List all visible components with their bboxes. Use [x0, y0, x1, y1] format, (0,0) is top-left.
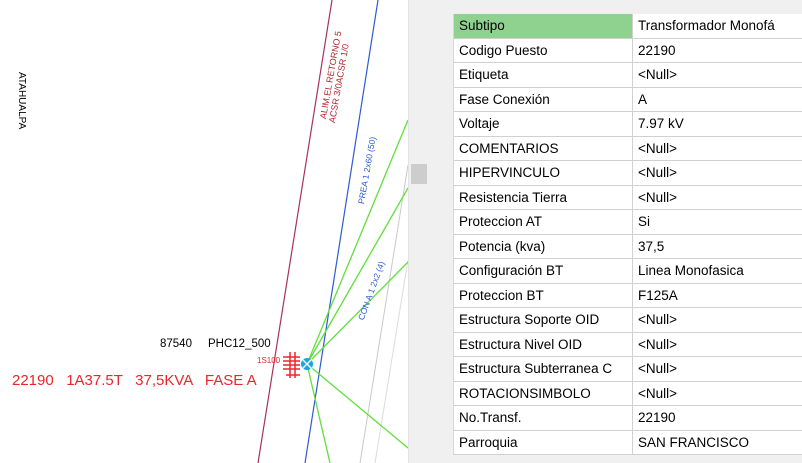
row-header[interactable]	[438, 357, 454, 382]
row-header[interactable]	[438, 381, 454, 406]
attribute-row[interactable]: Estructura Soporte OID <Null>	[438, 308, 802, 333]
row-header[interactable]	[438, 38, 454, 63]
scrollbar-thumb[interactable]	[411, 164, 427, 184]
map-vertical-scrollbar[interactable]	[408, 0, 428, 463]
attribute-value[interactable]: <Null>	[633, 63, 802, 88]
attribute-name: Subtipo	[454, 14, 633, 39]
attribute-value[interactable]: A	[633, 87, 802, 112]
attribute-name: ROTACIONSIMBOLO	[454, 381, 633, 406]
secondary-line-green[interactable]	[306, 363, 408, 449]
street-label: ATAHUALPA	[16, 72, 27, 130]
secondary-line-green[interactable]	[306, 119, 408, 365]
attribute-value[interactable]: <Null>	[633, 161, 802, 186]
row-header[interactable]	[438, 112, 454, 137]
attribute-value[interactable]: 22190	[633, 406, 802, 431]
attribute-row[interactable]: Etiqueta <Null>	[438, 63, 802, 88]
attribute-value[interactable]: Si	[633, 210, 802, 235]
row-header[interactable]	[438, 283, 454, 308]
point-id-label: 87540	[160, 338, 192, 350]
attribute-value[interactable]: 22190	[633, 38, 802, 63]
attribute-row[interactable]: Subtipo Transformador Monofá	[438, 14, 802, 39]
attribute-name: Configuración BT	[454, 259, 633, 284]
attribute-row[interactable]: Codigo Puesto 22190	[438, 38, 802, 63]
attribute-row[interactable]: Fase Conexión A	[438, 87, 802, 112]
transformer-code-label: 1S100	[257, 356, 281, 365]
row-header[interactable]	[438, 406, 454, 431]
transformer-node-icon[interactable]	[301, 358, 313, 370]
attribute-value[interactable]: 7.97 kV	[633, 112, 802, 137]
attribute-row[interactable]: Potencia (kva) 37,5	[438, 234, 802, 259]
row-header[interactable]	[438, 430, 454, 455]
attribute-value[interactable]: <Null>	[633, 381, 802, 406]
row-header[interactable]	[438, 234, 454, 259]
attribute-value[interactable]: 37,5	[633, 234, 802, 259]
attribute-value[interactable]: Linea Monofasica	[633, 259, 802, 284]
map-canvas[interactable]: ATAHUALPA ALIM.EL RETORNO 5 ACSR 3/0ACSR…	[0, 0, 408, 463]
attribute-value[interactable]: SAN FRANCISCO	[633, 430, 802, 455]
attribute-row[interactable]: Voltaje 7.97 kV	[438, 112, 802, 137]
row-header[interactable]	[438, 87, 454, 112]
attribute-value[interactable]: <Null>	[633, 357, 802, 382]
attribute-row[interactable]: Estructura Subterranea C <Null>	[438, 357, 802, 382]
attribute-name: Estructura Nivel OID	[454, 332, 633, 357]
attribute-name: Resistencia Tierra	[454, 185, 633, 210]
row-header[interactable]	[438, 14, 454, 39]
attribute-name: Parroquia	[454, 430, 633, 455]
feeder-line-red[interactable]	[257, 0, 333, 463]
attribute-row[interactable]: Proteccion AT Si	[438, 210, 802, 235]
attribute-name: Proteccion AT	[454, 210, 633, 235]
attribute-name: Etiqueta	[454, 63, 633, 88]
attribute-value[interactable]: <Null>	[633, 332, 802, 357]
attribute-name: Estructura Subterranea C	[454, 357, 633, 382]
attribute-value[interactable]: <Null>	[633, 308, 802, 333]
row-header[interactable]	[438, 259, 454, 284]
attribute-name: Fase Conexión	[454, 87, 633, 112]
row-header[interactable]	[438, 308, 454, 333]
attribute-value[interactable]: <Null>	[633, 136, 802, 161]
row-header[interactable]	[438, 332, 454, 357]
attribute-name: Voltaje	[454, 112, 633, 137]
attribute-row[interactable]: Resistencia Tierra <Null>	[438, 185, 802, 210]
attribute-row[interactable]: Proteccion BT F125A	[438, 283, 802, 308]
secondary-line-green[interactable]	[306, 187, 408, 365]
attribute-name: HIPERVINCULO	[454, 161, 633, 186]
attribute-name: Codigo Puesto	[454, 38, 633, 63]
point-name-label: PHC12_500	[208, 338, 271, 350]
attribute-name: COMENTARIOS	[454, 136, 633, 161]
attribute-row[interactable]: ROTACIONSIMBOLO <Null>	[438, 381, 802, 406]
panel-splitter[interactable]	[428, 0, 438, 463]
attribute-row[interactable]: COMENTARIOS <Null>	[438, 136, 802, 161]
attribute-value[interactable]: F125A	[633, 283, 802, 308]
attribute-row[interactable]: Estructura Nivel OID <Null>	[438, 332, 802, 357]
attribute-name: No.Transf.	[454, 406, 633, 431]
transformer-symbol[interactable]	[283, 352, 300, 378]
attribute-value[interactable]: <Null>	[633, 185, 802, 210]
row-header[interactable]	[438, 185, 454, 210]
row-header[interactable]	[438, 136, 454, 161]
row-header[interactable]	[438, 161, 454, 186]
transformer-annotation: 22190 1A37.5T 37,5KVA FASE A	[12, 372, 257, 389]
attribute-name: Potencia (kva)	[454, 234, 633, 259]
attribute-value[interactable]: Transformador Monofá	[633, 14, 802, 39]
attribute-row[interactable]: HIPERVINCULO <Null>	[438, 161, 802, 186]
attribute-row[interactable]: Configuración BT Linea Monofasica	[438, 259, 802, 284]
row-header[interactable]	[438, 210, 454, 235]
attribute-name: Proteccion BT	[454, 283, 633, 308]
attribute-row[interactable]: Parroquia SAN FRANCISCO	[438, 430, 802, 455]
row-header[interactable]	[438, 63, 454, 88]
attribute-row[interactable]: No.Transf. 22190	[438, 406, 802, 431]
attribute-name: Estructura Soporte OID	[454, 308, 633, 333]
map-lines	[257, 0, 408, 463]
attributes-table: Subtipo Transformador Monofá Codigo Puest…	[438, 0, 802, 463]
